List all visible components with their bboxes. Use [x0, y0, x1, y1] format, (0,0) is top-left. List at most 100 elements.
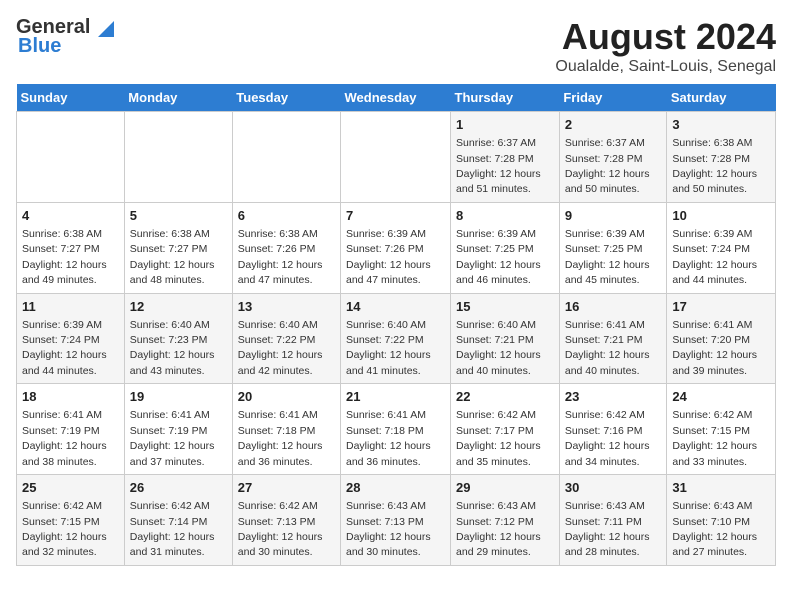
calendar-cell: 28Sunrise: 6:43 AM Sunset: 7:13 PM Dayli… [341, 475, 451, 566]
page-title: August 2024 [555, 16, 776, 58]
calendar-cell: 8Sunrise: 6:39 AM Sunset: 7:25 PM Daylig… [451, 202, 560, 293]
calendar-table: SundayMondayTuesdayWednesdayThursdayFrid… [16, 84, 776, 566]
week-row-1: 1 Sunrise: 6:37 AM Sunset: 7:28 PM Daylig… [17, 112, 776, 203]
calendar-cell: 25 Sunrise: 6:42 AM Sunset: 7:15 PM Dayli… [17, 475, 125, 566]
day-info: Sunrise: 6:43 AM Sunset: 7:11 PM Dayligh… [565, 500, 653, 558]
calendar-cell: 19 Sunrise: 6:41 AM Sunset: 7:19 PM Dayli… [124, 384, 232, 475]
calendar-cell [17, 112, 125, 203]
day-number: 27 [238, 479, 335, 497]
day-info: Sunrise: 6:37 AM Sunset: 7:28 PM Dayligh… [456, 137, 544, 195]
page-header: General Blue August 2024 Oualalde, Saint… [16, 16, 776, 76]
week-row-4: 18 Sunrise: 6:41 AM Sunset: 7:19 PM Dayli… [17, 384, 776, 475]
day-number: 29 [456, 479, 554, 497]
calendar-cell: 2Sunrise: 6:37 AM Sunset: 7:28 PM Daylig… [559, 112, 667, 203]
day-info: Sunrise: 6:43 AM Sunset: 7:12 PM Dayligh… [456, 500, 544, 558]
calendar-cell: 23 Sunrise: 6:42 AM Sunset: 7:16 PM Dayli… [559, 384, 667, 475]
day-number: 30 [565, 479, 662, 497]
day-info: Sunrise: 6:41 AM Sunset: 7:18 PM Dayligh… [346, 409, 434, 467]
calendar-cell: 1 Sunrise: 6:37 AM Sunset: 7:28 PM Daylig… [451, 112, 560, 203]
title-block: August 2024 Oualalde, Saint-Louis, Seneg… [555, 16, 776, 76]
calendar-cell: 15 Sunrise: 6:40 AM Sunset: 7:21 PM Dayli… [451, 293, 560, 384]
day-info: Sunrise: 6:41 AM Sunset: 7:18 PM Dayligh… [238, 409, 326, 467]
day-info: Sunrise: 6:42 AM Sunset: 7:13 PM Dayligh… [238, 500, 326, 558]
day-number: 15 [456, 298, 554, 316]
day-number: 26 [130, 479, 227, 497]
day-number: 1 [456, 116, 554, 134]
logo-icon [92, 17, 114, 39]
day-info: Sunrise: 6:41 AM Sunset: 7:19 PM Dayligh… [22, 409, 110, 467]
calendar-cell: 9 Sunrise: 6:39 AM Sunset: 7:25 PM Daylig… [559, 202, 667, 293]
day-number: 23 [565, 388, 662, 406]
calendar-cell: 31 Sunrise: 6:43 AM Sunset: 7:10 PM Dayli… [667, 475, 776, 566]
day-number: 20 [238, 388, 335, 406]
calendar-cell: 16 Sunrise: 6:41 AM Sunset: 7:21 PM Dayli… [559, 293, 667, 384]
calendar-cell: 22 Sunrise: 6:42 AM Sunset: 7:17 PM Dayli… [451, 384, 560, 475]
day-number: 2 [565, 116, 662, 134]
day-info: Sunrise: 6:42 AM Sunset: 7:17 PM Dayligh… [456, 409, 544, 467]
day-header-sunday: Sunday [17, 84, 125, 112]
calendar-cell: 10 Sunrise: 6:39 AM Sunset: 7:24 PM Dayli… [667, 202, 776, 293]
day-header-wednesday: Wednesday [341, 84, 451, 112]
calendar-header-row: SundayMondayTuesdayWednesdayThursdayFrid… [17, 84, 776, 112]
page-subtitle: Oualalde, Saint-Louis, Senegal [555, 58, 776, 76]
day-number: 25 [22, 479, 119, 497]
calendar-cell [232, 112, 340, 203]
day-number: 14 [346, 298, 445, 316]
day-info: Sunrise: 6:38 AM Sunset: 7:28 PM Dayligh… [672, 137, 760, 195]
calendar-cell: 13 Sunrise: 6:40 AM Sunset: 7:22 PM Dayli… [232, 293, 340, 384]
day-number: 21 [346, 388, 445, 406]
day-info: Sunrise: 6:41 AM Sunset: 7:21 PM Dayligh… [565, 319, 653, 377]
day-info: Sunrise: 6:42 AM Sunset: 7:14 PM Dayligh… [130, 500, 218, 558]
day-info: Sunrise: 6:42 AM Sunset: 7:15 PM Dayligh… [22, 500, 110, 558]
day-header-saturday: Saturday [667, 84, 776, 112]
day-number: 11 [22, 298, 119, 316]
day-number: 31 [672, 479, 770, 497]
day-info: Sunrise: 6:40 AM Sunset: 7:23 PM Dayligh… [130, 319, 218, 377]
calendar-cell: 30 Sunrise: 6:43 AM Sunset: 7:11 PM Dayli… [559, 475, 667, 566]
day-number: 17 [672, 298, 770, 316]
day-info: Sunrise: 6:38 AM Sunset: 7:27 PM Dayligh… [22, 228, 110, 286]
day-header-tuesday: Tuesday [232, 84, 340, 112]
day-info: Sunrise: 6:38 AM Sunset: 7:26 PM Dayligh… [238, 228, 326, 286]
calendar-cell [341, 112, 451, 203]
logo-blue: Blue [18, 35, 61, 58]
day-number: 19 [130, 388, 227, 406]
day-number: 28 [346, 479, 445, 497]
calendar-cell: 24Sunrise: 6:42 AM Sunset: 7:15 PM Dayli… [667, 384, 776, 475]
calendar-cell: 20 Sunrise: 6:41 AM Sunset: 7:18 PM Dayli… [232, 384, 340, 475]
calendar-cell: 17Sunrise: 6:41 AM Sunset: 7:20 PM Dayli… [667, 293, 776, 384]
calendar-cell: 18 Sunrise: 6:41 AM Sunset: 7:19 PM Dayli… [17, 384, 125, 475]
day-info: Sunrise: 6:39 AM Sunset: 7:26 PM Dayligh… [346, 228, 434, 286]
day-info: Sunrise: 6:42 AM Sunset: 7:16 PM Dayligh… [565, 409, 653, 467]
day-info: Sunrise: 6:40 AM Sunset: 7:21 PM Dayligh… [456, 319, 544, 377]
calendar-cell: 11 Sunrise: 6:39 AM Sunset: 7:24 PM Dayli… [17, 293, 125, 384]
day-info: Sunrise: 6:40 AM Sunset: 7:22 PM Dayligh… [238, 319, 326, 377]
day-number: 6 [238, 207, 335, 225]
calendar-cell: 3 Sunrise: 6:38 AM Sunset: 7:28 PM Daylig… [667, 112, 776, 203]
day-header-thursday: Thursday [451, 84, 560, 112]
day-number: 5 [130, 207, 227, 225]
day-number: 8 [456, 207, 554, 225]
day-header-monday: Monday [124, 84, 232, 112]
logo: General Blue [16, 16, 114, 58]
week-row-5: 25 Sunrise: 6:42 AM Sunset: 7:15 PM Dayli… [17, 475, 776, 566]
day-info: Sunrise: 6:39 AM Sunset: 7:24 PM Dayligh… [672, 228, 760, 286]
calendar-cell: 27 Sunrise: 6:42 AM Sunset: 7:13 PM Dayli… [232, 475, 340, 566]
day-info: Sunrise: 6:39 AM Sunset: 7:25 PM Dayligh… [565, 228, 653, 286]
calendar-cell: 14Sunrise: 6:40 AM Sunset: 7:22 PM Dayli… [341, 293, 451, 384]
day-info: Sunrise: 6:39 AM Sunset: 7:24 PM Dayligh… [22, 319, 110, 377]
calendar-cell: 5Sunrise: 6:38 AM Sunset: 7:27 PM Daylig… [124, 202, 232, 293]
day-number: 13 [238, 298, 335, 316]
calendar-cell: 21 Sunrise: 6:41 AM Sunset: 7:18 PM Dayli… [341, 384, 451, 475]
day-number: 3 [672, 116, 770, 134]
calendar-cell: 6 Sunrise: 6:38 AM Sunset: 7:26 PM Daylig… [232, 202, 340, 293]
day-info: Sunrise: 6:41 AM Sunset: 7:19 PM Dayligh… [130, 409, 218, 467]
day-number: 22 [456, 388, 554, 406]
day-number: 18 [22, 388, 119, 406]
calendar-cell: 26 Sunrise: 6:42 AM Sunset: 7:14 PM Dayli… [124, 475, 232, 566]
day-number: 10 [672, 207, 770, 225]
day-header-friday: Friday [559, 84, 667, 112]
day-info: Sunrise: 6:43 AM Sunset: 7:10 PM Dayligh… [672, 500, 760, 558]
day-number: 16 [565, 298, 662, 316]
day-number: 9 [565, 207, 662, 225]
